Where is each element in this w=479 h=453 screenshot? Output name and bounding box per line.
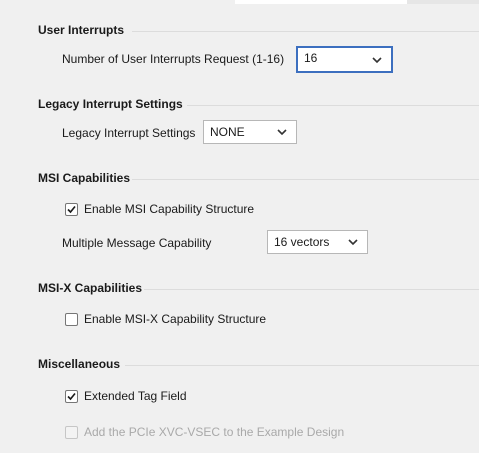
section-title-miscellaneous: Miscellaneous	[38, 357, 121, 371]
multiple-message-capability-value: 16 vectors	[274, 235, 330, 249]
section-divider	[132, 31, 479, 32]
chevron-down-icon	[348, 239, 358, 246]
multiple-message-capability-label: Multiple Message Capability	[62, 236, 212, 250]
section-divider	[144, 289, 479, 290]
enable-msi-checkbox[interactable]	[65, 203, 78, 216]
user-interrupts-request-label: Number of User Interrupts Request (1-16)	[62, 52, 285, 66]
checkmark-icon	[67, 205, 76, 214]
section-divider	[125, 365, 479, 366]
tab-inactive[interactable]	[407, 0, 479, 4]
multiple-message-capability-dropdown[interactable]: 16 vectors	[267, 230, 368, 254]
xvc-vsec-label: Add the PCIe XVC-VSEC to the Example Des…	[84, 425, 345, 439]
legacy-interrupt-settings-value: NONE	[210, 125, 245, 139]
chevron-down-icon	[372, 57, 382, 64]
enable-msix-checkbox[interactable]	[65, 313, 78, 326]
section-divider	[132, 179, 479, 180]
enable-msi-label[interactable]: Enable MSI Capability Structure	[84, 202, 254, 216]
checkmark-icon	[67, 392, 76, 401]
section-title-user-interrupts: User Interrupts	[38, 23, 125, 37]
enable-msix-label[interactable]: Enable MSI-X Capability Structure	[84, 312, 266, 326]
section-title-legacy-interrupt-settings: Legacy Interrupt Settings	[38, 97, 183, 111]
extended-tag-checkbox[interactable]	[65, 390, 78, 403]
xvc-vsec-checkbox	[65, 426, 78, 439]
tab-active[interactable]	[235, 0, 407, 4]
legacy-interrupt-settings-dropdown[interactable]: NONE	[203, 120, 297, 144]
tab-strip	[0, 0, 479, 4]
user-interrupts-request-dropdown[interactable]: 16	[296, 46, 393, 73]
section-divider	[187, 105, 479, 106]
chevron-down-icon	[277, 129, 287, 136]
extended-tag-label[interactable]: Extended Tag Field	[84, 389, 187, 403]
legacy-interrupt-settings-label: Legacy Interrupt Settings	[62, 126, 196, 140]
user-interrupts-request-value: 16	[304, 51, 318, 65]
section-title-msi-capabilities: MSI Capabilities	[38, 171, 131, 185]
section-title-msix-capabilities: MSI-X Capabilities	[38, 281, 143, 295]
